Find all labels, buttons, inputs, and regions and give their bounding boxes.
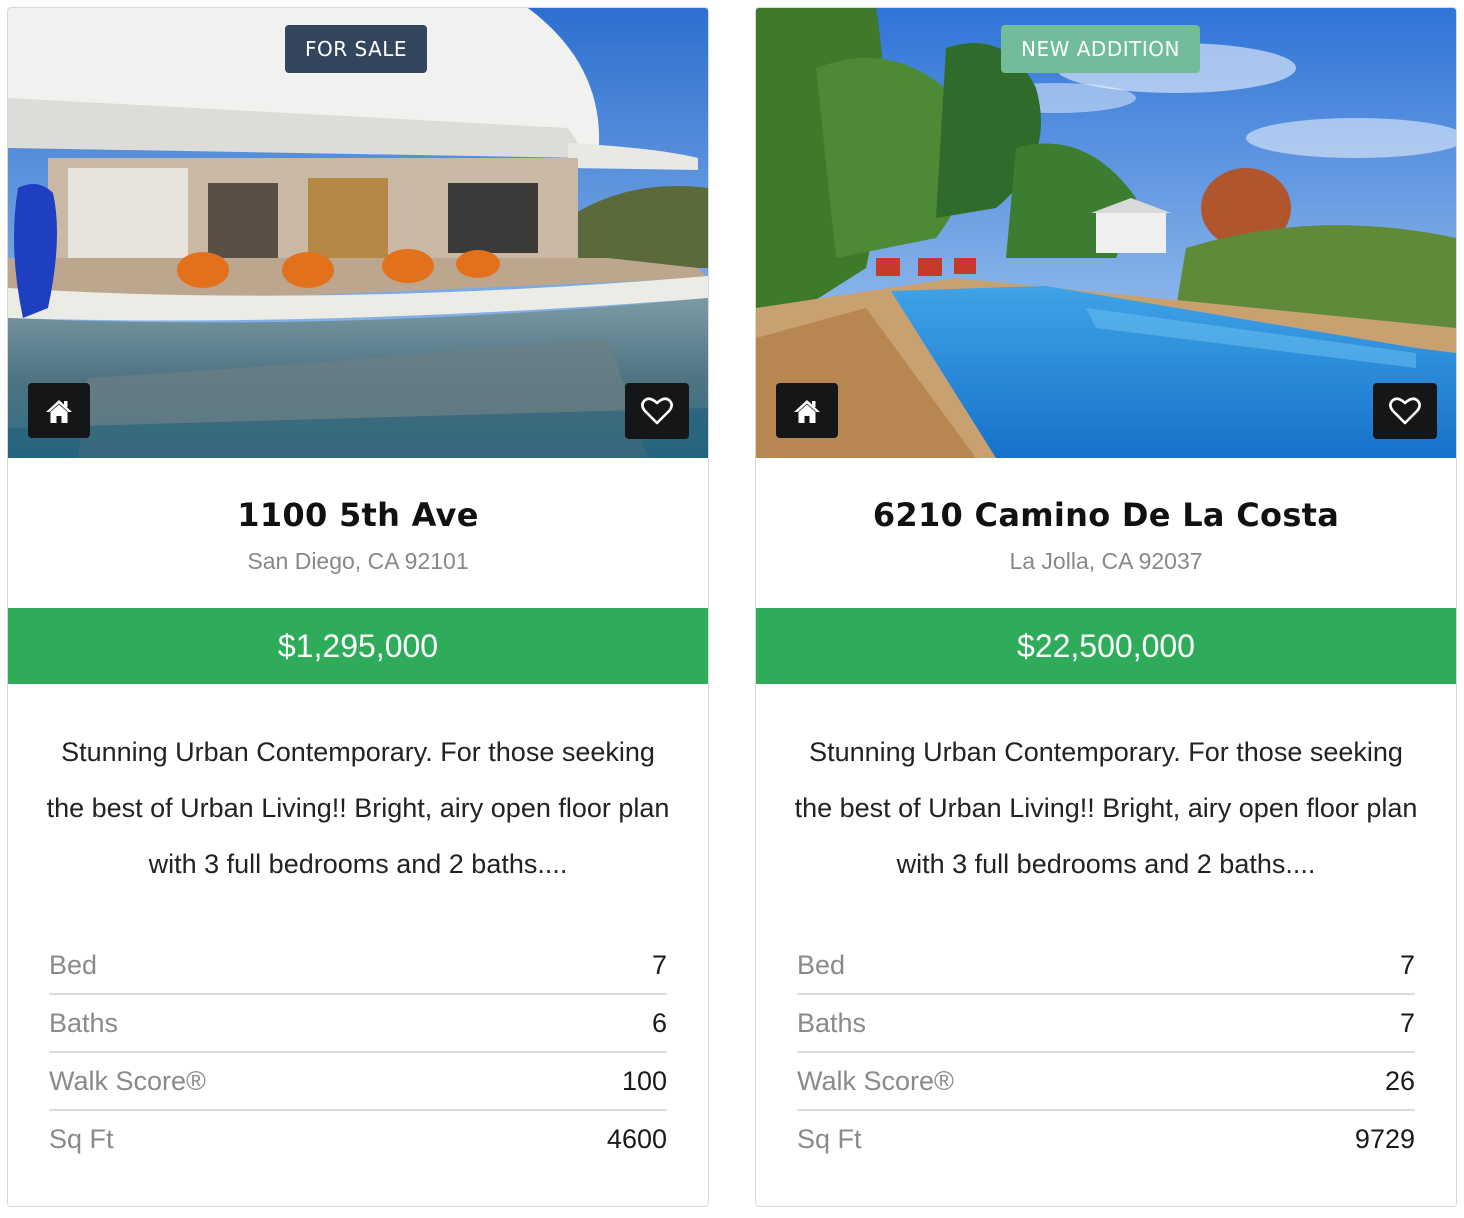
listing-stats: Bed 7 Baths 7 Walk Score® 26 Sq Ft 9729 xyxy=(797,937,1415,1167)
listing-description: Stunning Urban Contemporary. For those s… xyxy=(794,737,1418,879)
stat-label: Walk Score® xyxy=(49,1065,206,1096)
stat-row-baths: Baths 6 xyxy=(49,995,667,1053)
listing-price: $1,295,000 xyxy=(8,608,708,684)
listing-card[interactable]: FOR SALE 1100 5th Ave San Diego, CA 9210… xyxy=(7,7,709,1207)
listing-description: Stunning Urban Contemporary. For those s… xyxy=(46,737,670,879)
listing-stats: Bed 7 Baths 6 Walk Score® 100 Sq Ft 4600 xyxy=(49,937,667,1167)
listing-title[interactable]: 6210 Camino De La Costa xyxy=(756,496,1456,534)
home-icon xyxy=(46,399,72,423)
stat-label: Baths xyxy=(49,1007,119,1038)
stat-row-walk-score: Walk Score® 26 xyxy=(797,1053,1415,1111)
stat-row-baths: Baths 7 xyxy=(797,995,1415,1053)
status-badge: FOR SALE xyxy=(285,25,428,73)
heart-outline-icon xyxy=(641,397,673,425)
stat-label: Bed xyxy=(797,949,846,980)
listing-card[interactable]: NEW ADDITION 6210 Camino De La Costa La … xyxy=(755,7,1457,1207)
interior-pool-photo xyxy=(8,8,708,458)
home-icon xyxy=(794,399,820,423)
stat-value: 4600 xyxy=(606,1123,667,1154)
stat-label: Sq Ft xyxy=(797,1123,862,1154)
listing-address: La Jolla, CA 92037 xyxy=(1009,548,1203,574)
stat-value: 7 xyxy=(1399,1007,1415,1038)
stat-row-bed: Bed 7 xyxy=(49,937,667,995)
favorite-button[interactable] xyxy=(625,383,689,439)
listing-address: San Diego, CA 92101 xyxy=(247,548,469,574)
listing-price: $22,500,000 xyxy=(756,608,1456,684)
stat-label: Bed xyxy=(49,949,98,980)
infinity-pool-photo xyxy=(756,8,1456,458)
listing-photo[interactable]: NEW ADDITION xyxy=(756,8,1456,458)
listing-title[interactable]: 1100 5th Ave xyxy=(8,496,708,534)
stat-value: 100 xyxy=(621,1065,667,1096)
stat-value: 9729 xyxy=(1354,1123,1415,1154)
stat-label: Sq Ft xyxy=(49,1123,114,1154)
status-badge: NEW ADDITION xyxy=(1001,25,1200,73)
stat-row-sqft: Sq Ft 9729 xyxy=(797,1111,1415,1167)
listing-grid: FOR SALE 1100 5th Ave San Diego, CA 9210… xyxy=(0,0,1464,1218)
heart-outline-icon xyxy=(1389,397,1421,425)
stat-label: Walk Score® xyxy=(797,1065,954,1096)
stat-value: 6 xyxy=(651,1007,667,1038)
property-type-button[interactable] xyxy=(28,383,90,438)
property-type-button[interactable] xyxy=(776,383,838,438)
stat-value: 26 xyxy=(1384,1065,1415,1096)
stat-label: Baths xyxy=(797,1007,867,1038)
stat-row-sqft: Sq Ft 4600 xyxy=(49,1111,667,1167)
stat-row-bed: Bed 7 xyxy=(797,937,1415,995)
favorite-button[interactable] xyxy=(1373,383,1437,439)
stat-value: 7 xyxy=(1399,949,1415,980)
listing-photo[interactable]: FOR SALE xyxy=(8,8,708,458)
stat-value: 7 xyxy=(651,949,667,980)
stat-row-walk-score: Walk Score® 100 xyxy=(49,1053,667,1111)
